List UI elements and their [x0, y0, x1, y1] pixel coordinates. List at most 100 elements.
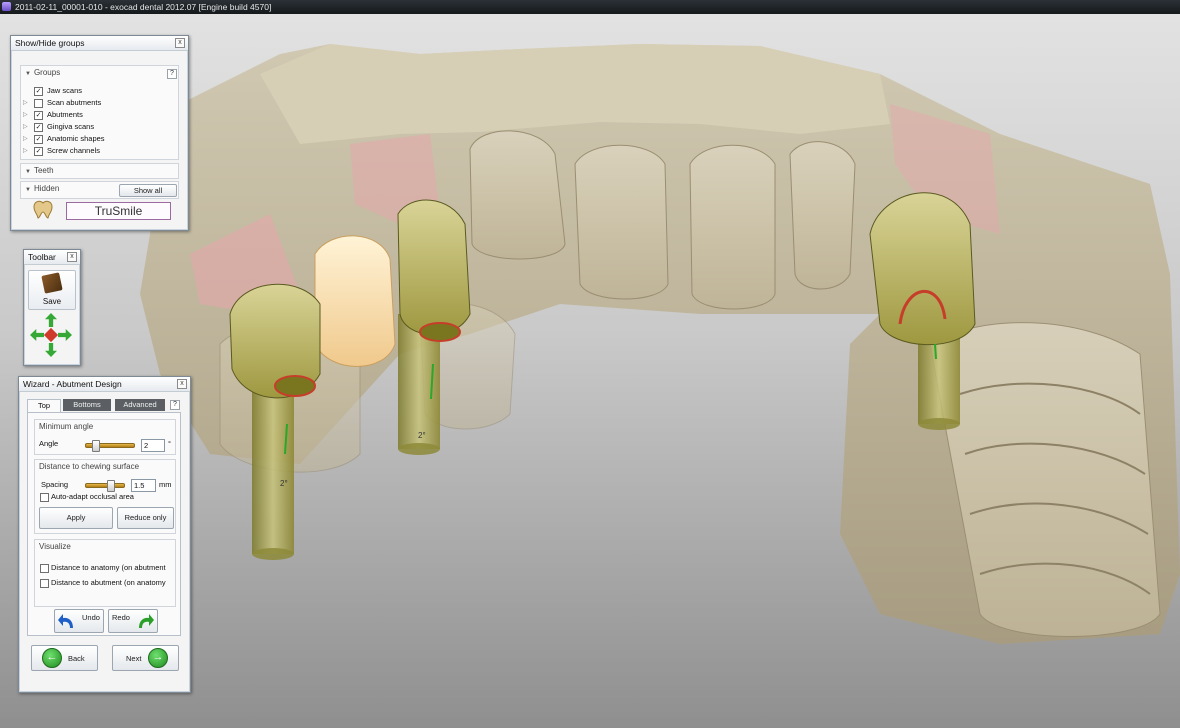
spacing-slider-thumb[interactable] — [106, 480, 115, 492]
checkbox-abutments[interactable]: ✓ — [34, 111, 43, 120]
spacing-slider[interactable] — [85, 483, 125, 488]
auto-adapt-checkbox[interactable] — [40, 493, 49, 502]
undo-button[interactable]: Undo — [54, 609, 104, 633]
toolbar-panel: Toolbar x Save — [23, 249, 81, 366]
group-row-scan-abutments[interactable]: ▷ Scan abutments — [21, 97, 171, 109]
group-row-screw-channels[interactable]: ▷ ✓ Screw channels — [21, 145, 171, 157]
checkbox-screw-channels[interactable]: ✓ — [34, 147, 43, 156]
arrow-down-icon[interactable] — [45, 343, 57, 357]
groups-label: Groups — [33, 68, 61, 77]
teeth-label: Teeth — [33, 166, 54, 175]
back-arrow-icon: ← — [42, 648, 62, 668]
groups-header[interactable]: ▼ Groups — [25, 66, 60, 80]
groups-section: ▼ Groups ? ✓ Jaw scans ▷ Scan abutments ▷… — [20, 65, 179, 160]
spacing-label: Spacing — [41, 480, 69, 489]
show-hide-title: Show/Hide groups — [15, 38, 85, 48]
undo-label: Undo — [82, 613, 100, 622]
next-label: Next — [126, 654, 142, 663]
wizard-close-button[interactable]: x — [177, 379, 187, 389]
show-hide-close-button[interactable]: x — [175, 38, 185, 48]
tab-bottoms[interactable]: Bottoms — [63, 399, 111, 411]
arrow-left-icon[interactable] — [30, 329, 44, 341]
angle-label: Angle — [39, 439, 59, 448]
save-button[interactable]: Save — [28, 270, 76, 310]
arrow-right-icon[interactable] — [58, 329, 72, 341]
title-bar: 2011-02-11_00001-010 - exocad dental 201… — [0, 0, 1180, 14]
show-all-button[interactable]: Show all — [119, 184, 177, 197]
angle-slider-thumb[interactable] — [91, 440, 100, 452]
visualize-section: Visualize Distance to anatomy (on abutme… — [34, 539, 176, 607]
show-hide-header: Show/Hide groups x — [11, 36, 188, 51]
redo-arrow-icon — [139, 614, 154, 628]
distance-to-anatomy-label: Distance to anatomy (on abutment — [51, 563, 166, 572]
checkbox-anatomic-shapes[interactable]: ✓ — [34, 135, 43, 144]
window-title: 2011-02-11_00001-010 - exocad dental 201… — [15, 2, 272, 12]
toolbar-close-button[interactable]: x — [67, 252, 77, 262]
back-label: Back — [68, 654, 85, 663]
hidden-section: ▼ Hidden Show all — [20, 181, 179, 199]
tab-advanced[interactable]: Advanced — [115, 399, 165, 411]
angle-unit: ° — [168, 439, 171, 448]
tooth-logo-icon — [32, 199, 54, 219]
distance-section: Distance to chewing surface Spacing 1.5 … — [34, 459, 176, 534]
angle-input[interactable]: 2 — [141, 439, 165, 452]
checkbox-scan-abutments[interactable] — [34, 99, 43, 108]
expand-icon[interactable]: ▷ — [23, 133, 28, 145]
hidden-header[interactable]: ▼ Hidden — [25, 182, 59, 196]
expand-icon[interactable]: ▷ — [23, 97, 28, 109]
reduce-only-button[interactable]: Reduce only — [117, 507, 174, 529]
distance-to-abutment-checkbox[interactable] — [40, 579, 49, 588]
group-label: Scan abutments — [47, 98, 102, 107]
expand-icon[interactable]: ▷ — [23, 121, 28, 133]
groups-help-button[interactable]: ? — [167, 69, 177, 79]
spacing-input[interactable]: 1.5 — [131, 479, 156, 492]
expand-icon[interactable]: ▷ — [23, 145, 28, 157]
apply-button[interactable]: Apply — [39, 507, 113, 529]
collapse-icon: ▼ — [25, 71, 31, 77]
toolbar-header: Toolbar x — [24, 250, 80, 265]
toolbar-title: Toolbar — [28, 252, 56, 262]
tab-content: Minimum angle Angle 2 ° Distance to chew… — [27, 412, 181, 636]
teeth-header[interactable]: ▼ Teeth — [25, 164, 54, 178]
minimum-angle-section: Minimum angle Angle 2 ° — [34, 419, 176, 455]
checkbox-jaw-scans[interactable]: ✓ — [34, 87, 43, 96]
angle-label-1: 2° — [280, 479, 288, 488]
expand-icon[interactable]: ▷ — [23, 109, 28, 121]
show-hide-groups-panel: Show/Hide groups x ▼ Groups ? ✓ Jaw scans… — [10, 35, 189, 231]
checkbox-gingiva-scans[interactable]: ✓ — [34, 123, 43, 132]
minimum-angle-title: Minimum angle — [39, 422, 94, 431]
redo-label: Redo — [112, 613, 130, 622]
next-button[interactable]: Next → — [112, 645, 179, 671]
group-row-anatomic-shapes[interactable]: ▷ ✓ Anatomic shapes — [21, 133, 171, 145]
redo-button[interactable]: Redo — [108, 609, 158, 633]
collapse-icon: ▼ — [25, 169, 31, 175]
tab-top[interactable]: Top — [27, 399, 61, 412]
trusmile-brand[interactable]: TruSmile — [66, 202, 171, 220]
group-label: Screw channels — [47, 146, 100, 155]
wizard-abutment-design-panel: Wizard - Abutment Design x Top Bottoms A… — [18, 376, 191, 693]
distance-title: Distance to chewing surface — [39, 462, 140, 471]
group-label: Anatomic shapes — [47, 134, 105, 143]
back-button[interactable]: ← Back — [31, 645, 98, 671]
group-label: Abutments — [47, 110, 83, 119]
collapse-icon: ▼ — [25, 187, 31, 193]
arrow-up-icon[interactable] — [45, 313, 57, 327]
wizard-header: Wizard - Abutment Design x — [19, 377, 190, 392]
group-label: Gingiva scans — [47, 122, 95, 131]
distance-to-abutment-label: Distance to abutment (on anatomy — [51, 578, 166, 587]
group-row-jaw-scans[interactable]: ✓ Jaw scans — [21, 85, 171, 97]
auto-adapt-label: Auto-adapt occlusal area — [51, 492, 134, 501]
group-row-abutments[interactable]: ▷ ✓ Abutments — [21, 109, 171, 121]
group-label: Jaw scans — [47, 86, 83, 95]
navigation-arrows — [30, 313, 72, 359]
distance-to-anatomy-checkbox[interactable] — [40, 564, 49, 573]
app-icon — [2, 2, 11, 11]
next-arrow-icon: → — [148, 648, 168, 668]
wizard-help-button[interactable]: ? — [170, 400, 180, 410]
visualize-title: Visualize — [39, 542, 71, 551]
save-icon — [41, 272, 63, 294]
wizard-title: Wizard - Abutment Design — [23, 379, 122, 389]
teeth-section[interactable]: ▼ Teeth — [20, 163, 179, 179]
reset-view-icon[interactable] — [43, 327, 59, 343]
group-row-gingiva-scans[interactable]: ▷ ✓ Gingiva scans — [21, 121, 171, 133]
